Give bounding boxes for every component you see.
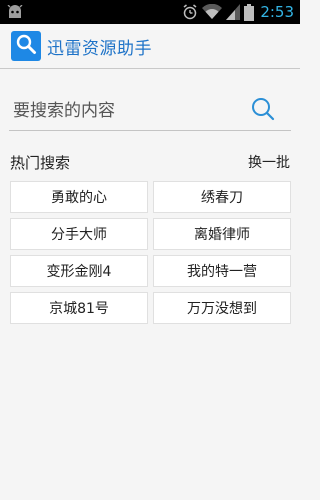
hot-search-item[interactable]: 京城81号 <box>10 292 148 324</box>
refresh-button[interactable]: 换一批 <box>248 152 290 172</box>
hot-search-item[interactable]: 万万没想到 <box>153 292 291 324</box>
hot-search-grid: 勇敢的心 绣春刀 分手大师 离婚律师 变形金刚4 我的特一营 京城81号 万万没… <box>10 181 291 324</box>
app-header: 迅雷资源助手 <box>0 24 300 69</box>
status-left <box>6 5 24 19</box>
status-bar: 2:53 <box>0 0 300 24</box>
status-time: 2:53 <box>260 3 294 21</box>
alarm-icon <box>182 4 198 20</box>
hot-search-header: 热门搜索 换一批 <box>10 150 290 174</box>
hot-search-item[interactable]: 勇敢的心 <box>10 181 148 213</box>
battery-icon <box>244 3 255 21</box>
search-input[interactable] <box>9 95 233 126</box>
hot-search-title: 热门搜索 <box>10 153 71 172</box>
search-bar <box>9 91 291 131</box>
hot-search-item[interactable]: 我的特一营 <box>153 255 291 287</box>
signal-icon <box>226 4 241 20</box>
android-debug-icon <box>6 5 24 19</box>
search-icon <box>250 96 276 126</box>
search-icon <box>15 33 37 59</box>
hot-search-item[interactable]: 离婚律师 <box>153 218 291 250</box>
search-button[interactable] <box>247 95 279 127</box>
app-logo <box>11 31 41 61</box>
hot-search-item[interactable]: 分手大师 <box>10 218 148 250</box>
status-right: 2:53 <box>182 3 294 21</box>
wifi-icon <box>202 4 223 20</box>
hot-search-item[interactable]: 绣春刀 <box>153 181 291 213</box>
hot-search-item[interactable]: 变形金刚4 <box>10 255 148 287</box>
app-title: 迅雷资源助手 <box>47 38 152 59</box>
